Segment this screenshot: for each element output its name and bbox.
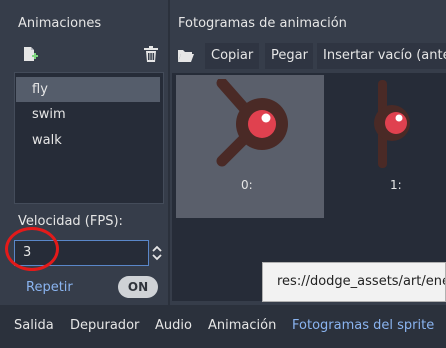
insert-empty-button[interactable]: Insertar vacío (ante [317,43,446,69]
animation-item-fly[interactable]: fly [16,77,160,102]
tab-debugger[interactable]: Depurador [70,318,139,333]
loop-toggle[interactable]: ON [118,276,158,298]
folder-icon[interactable] [178,47,194,62]
loop-label: Repetir [26,280,73,295]
annotation-circle [5,227,59,271]
tab-audio[interactable]: Audio [155,318,192,333]
frame-0-label: 0: [241,178,253,192]
animations-title: Animaciones [18,16,102,31]
delete-animation-icon[interactable] [143,46,159,62]
copy-button[interactable]: Copiar [205,43,259,69]
paste-button[interactable]: Pegar [265,43,313,69]
animation-item-swim[interactable]: swim [16,102,160,127]
tab-animation[interactable]: Animación [208,318,276,333]
new-animation-icon[interactable] [22,46,38,62]
tab-sprite-frames[interactable]: Fotogramas del sprite [292,318,434,333]
tab-output[interactable]: Salida [14,318,54,333]
frame-1-label: 1: [390,178,402,192]
animation-item-walk[interactable]: walk [16,128,160,153]
sprite-thumbnail[interactable] [374,78,414,170]
spinner-arrows-icon[interactable] [152,244,162,262]
sprite-thumbnail [210,77,294,171]
frames-title: Fotogramas de animación [178,16,347,31]
panel-divider [168,0,170,305]
path-tooltip: res://dodge_assets/art/ene [262,262,446,302]
